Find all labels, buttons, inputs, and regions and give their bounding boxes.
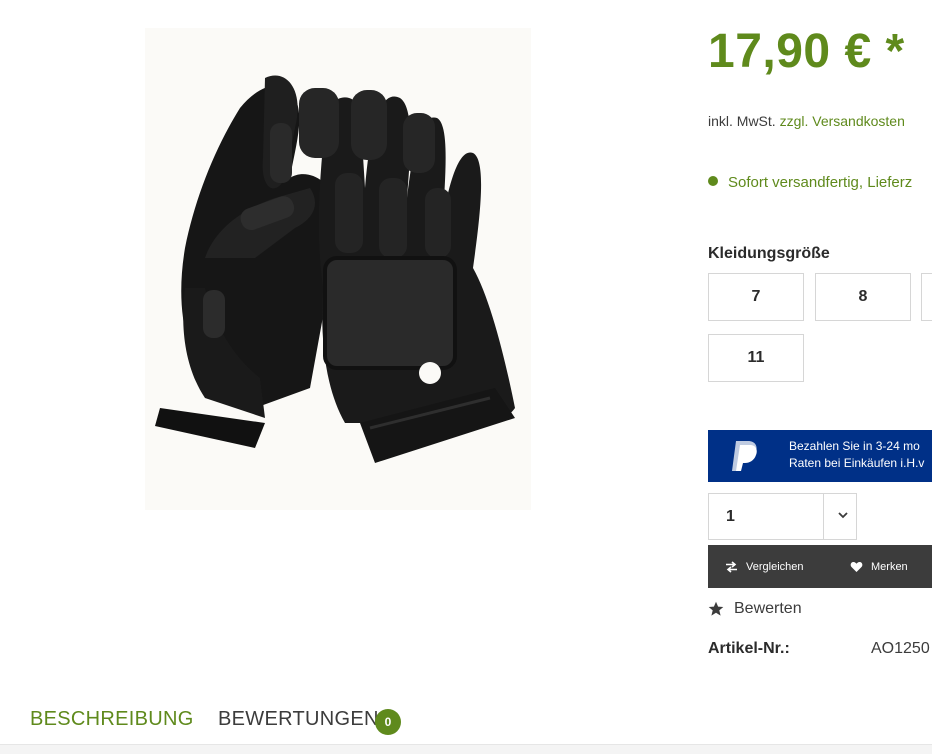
gloves-image bbox=[155, 75, 515, 463]
tab-description[interactable]: BESCHREIBUNG bbox=[30, 708, 194, 731]
rate-label: Bewerten bbox=[734, 600, 802, 617]
delivery-status-text: Sofort versandfertig, Lieferz bbox=[728, 174, 913, 191]
star-icon bbox=[708, 601, 724, 616]
tab-reviews[interactable]: BEWERTUNGEN bbox=[218, 708, 379, 731]
size-label: Kleidungsgröße bbox=[708, 245, 830, 262]
status-dot-icon bbox=[708, 176, 718, 186]
article-number-label: Artikel-Nr.: bbox=[708, 640, 790, 657]
heart-icon bbox=[850, 561, 863, 572]
paypal-installment-banner[interactable]: Bezahlen Sie in 3-24 mo Raten bei Einkäu… bbox=[708, 430, 932, 482]
wishlist-button[interactable]: Merken bbox=[850, 545, 908, 588]
quantity-value: 1 bbox=[726, 508, 735, 525]
action-bar: Vergleichen Merken bbox=[708, 545, 932, 588]
paypal-line-1: Bezahlen Sie in 3-24 mo bbox=[789, 439, 920, 453]
product-image[interactable] bbox=[145, 28, 531, 510]
quantity-select[interactable]: 1 bbox=[708, 493, 857, 540]
size-option-8[interactable]: 8 bbox=[815, 273, 911, 321]
wishlist-label: Merken bbox=[871, 560, 908, 573]
paypal-line-2: Raten bei Einkäufen i.H.v bbox=[789, 456, 925, 470]
shipping-costs-link[interactable]: zzgl. Versandkosten bbox=[780, 113, 905, 129]
paypal-icon bbox=[732, 441, 757, 471]
reviews-count-badge: 0 bbox=[375, 709, 401, 735]
delivery-status: Sofort versandfertig, Lieferz bbox=[708, 174, 912, 191]
size-option-partial[interactable] bbox=[921, 273, 932, 321]
compare-button[interactable]: Vergleichen bbox=[725, 545, 804, 588]
compare-label: Vergleichen bbox=[746, 560, 804, 573]
paypal-text: Bezahlen Sie in 3-24 mo Raten bei Einkäu… bbox=[789, 438, 924, 472]
size-option-11[interactable]: 11 bbox=[708, 334, 804, 382]
tax-info: inkl. MwSt. zzgl. Versandkosten bbox=[708, 113, 905, 129]
rate-product-link[interactable]: Bewerten bbox=[708, 600, 802, 618]
article-number-value: AO1250 bbox=[871, 640, 930, 657]
compare-arrows-icon bbox=[726, 560, 737, 573]
tax-text: inkl. MwSt. bbox=[708, 113, 776, 129]
chevron-down-icon[interactable] bbox=[835, 507, 851, 523]
product-price: 17,90 € * bbox=[708, 25, 905, 78]
size-option-7[interactable]: 7 bbox=[708, 273, 804, 321]
quantity-divider bbox=[823, 494, 824, 539]
